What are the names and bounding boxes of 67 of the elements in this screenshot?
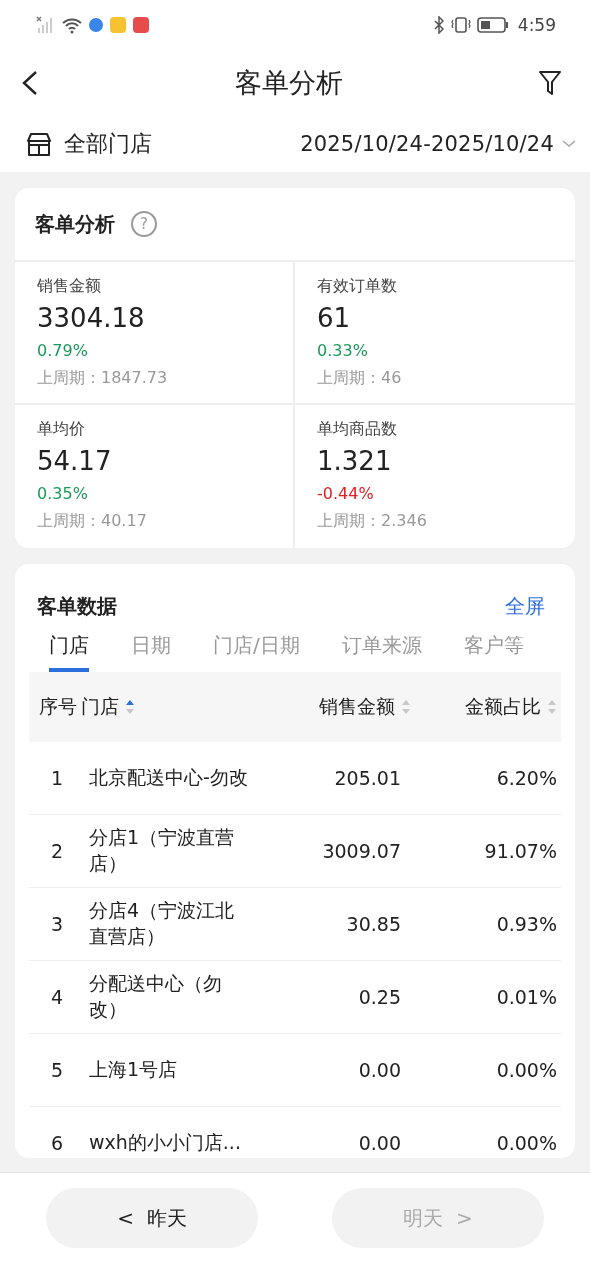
table-cell-text: wxh的小小门店... <box>88 1130 242 1156</box>
table-cell-text: 分配送中心（勿改） <box>88 971 223 1022</box>
previous-period: 上周期：46 <box>317 368 402 389</box>
table-cell-text: 0.01% <box>495 986 558 1008</box>
column-header: 序号 <box>39 694 77 719</box>
table-cell-text: 0.00 <box>357 1059 401 1081</box>
metric-value: 54.17 <box>37 446 112 476</box>
store-selector[interactable]: 全部门店 <box>26 129 152 159</box>
battery-icon <box>476 16 509 34</box>
table-cell-text: 上海1号店 <box>88 1057 179 1083</box>
table-cell-text: 分店4（宁波江北直营店） <box>88 898 236 949</box>
table-cell-text: 0.00 <box>357 1132 401 1154</box>
tab[interactable]: 日期 <box>131 620 171 672</box>
table-cell-text: 分店1（宁波直营店） <box>88 825 236 876</box>
date-selector[interactable]: 2025/10/24-2025/10/24 <box>300 132 576 156</box>
table-cell-text: 6.20% <box>495 767 558 789</box>
vibrate-icon <box>449 16 472 34</box>
metric-label: 销售金额 <box>37 276 101 297</box>
app-icon <box>88 17 104 33</box>
tab[interactable]: 订单来源 <box>341 620 422 672</box>
table-cell-text: 205.01 <box>333 767 401 789</box>
table-cell-text: 4 <box>50 986 65 1008</box>
table-cell-text: 1 <box>50 767 65 789</box>
metric-label: 单均商品数 <box>317 419 397 440</box>
table-cell-text: 0.25 <box>357 986 401 1008</box>
column-header: 金额占比 <box>465 694 541 719</box>
metric-value: 61 <box>317 303 351 333</box>
table-cell-text: 北京配送中心-勿改 <box>88 765 249 791</box>
table-cell-text: 3009.07 <box>321 840 401 862</box>
table-cell-text: 91.07% <box>483 840 558 862</box>
column-header: 门店 <box>81 694 119 719</box>
wifi-icon <box>61 16 83 34</box>
day-button[interactable]: < 昨天 <box>46 1188 258 1248</box>
fullscreen-link[interactable]: 全屏 <box>505 593 545 620</box>
metric-change: 0.79% <box>37 341 88 360</box>
tab[interactable]: 客户等 <box>463 620 524 672</box>
tab[interactable]: 门店/日期 <box>213 620 300 672</box>
table-cell-text: 0.00% <box>495 1059 558 1081</box>
metric-label: 有效订单数 <box>317 276 397 297</box>
section-title: 客单数据 <box>37 593 117 620</box>
previous-period: 上周期：1847.73 <box>37 368 168 389</box>
help-icon[interactable]: ? <box>131 211 157 237</box>
table-cell-text: 5 <box>50 1059 65 1081</box>
column-header: 销售金额 <box>319 694 395 719</box>
table-cell-text: 2 <box>50 840 65 862</box>
page-title: 客单分析 <box>235 66 343 100</box>
previous-period: 上周期：2.346 <box>317 511 427 532</box>
chevron-down-icon <box>562 139 576 149</box>
app-icon <box>109 16 127 34</box>
table-cell-text: 3 <box>50 913 65 935</box>
table-cell-text: 30.85 <box>345 913 401 935</box>
filter-icon[interactable] <box>538 70 562 96</box>
metric-change: -0.44% <box>317 484 374 503</box>
table-cell-text: 6 <box>50 1132 65 1154</box>
metric-value: 3304.18 <box>37 303 145 333</box>
app-icon <box>132 16 150 34</box>
previous-period: 上周期：40.17 <box>37 511 147 532</box>
metric-label: 单均价 <box>37 419 85 440</box>
bluetooth-icon <box>432 16 445 34</box>
table-cell-text: 0.00% <box>495 1132 558 1154</box>
table-cell-text: 0.93% <box>495 913 558 935</box>
status-time: 4:59 <box>517 15 556 35</box>
store-icon <box>26 131 52 157</box>
section-title: 客单分析 <box>35 210 115 238</box>
metric-change: 0.33% <box>317 341 368 360</box>
metric-change: 0.35% <box>37 484 88 503</box>
metric-value: 1.321 <box>317 446 392 476</box>
